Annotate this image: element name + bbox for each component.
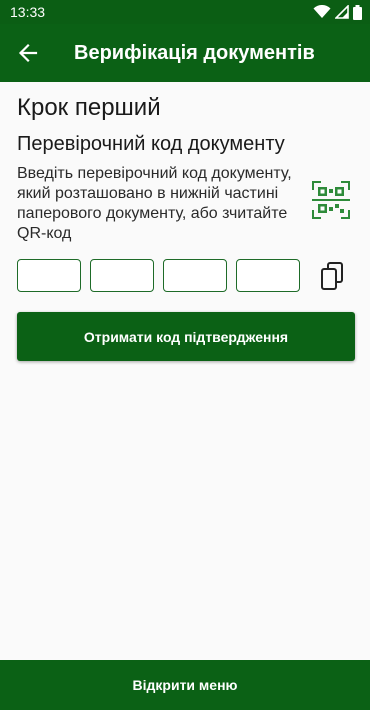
qr-code-scan-icon — [312, 181, 350, 219]
code-field-4[interactable] — [236, 259, 300, 292]
page-title: Верифікація документів — [74, 41, 315, 64]
instruction-text: Введіть перевірочний код документу, який… — [17, 165, 292, 242]
main-content: Крок перший Перевірочний код документу В… — [17, 82, 355, 361]
arrow-left-icon — [18, 43, 38, 63]
status-icons — [313, 4, 362, 20]
open-menu-button[interactable]: Відкрити меню — [0, 660, 370, 710]
code-field-3[interactable] — [163, 259, 227, 292]
code-field-2[interactable] — [90, 259, 154, 292]
paste-button[interactable] — [319, 261, 347, 291]
status-bar: 13:33 — [0, 0, 370, 24]
scan-qr-button[interactable] — [311, 180, 351, 220]
section-title: Перевірочний код документу — [17, 133, 285, 155]
step-title: Крок перший — [17, 94, 161, 121]
back-button[interactable] — [0, 24, 56, 82]
open-menu-label: Відкрити меню — [132, 677, 238, 693]
app-bar: Верифікація документів — [0, 24, 370, 82]
status-time: 13:33 — [10, 4, 46, 20]
code-field-1[interactable] — [17, 259, 81, 292]
instruction-row: Введіть перевірочний код документу, який… — [17, 164, 355, 244]
get-confirmation-code-button[interactable]: Отримати код підтвердження — [17, 312, 355, 361]
signal-icon — [335, 5, 349, 19]
battery-icon — [353, 4, 362, 20]
wifi-icon — [313, 5, 331, 18]
copy-icon — [321, 261, 343, 290]
code-fields-row — [17, 259, 355, 292]
screen: 13:33 Верифікація документів Крок перший… — [0, 0, 370, 710]
